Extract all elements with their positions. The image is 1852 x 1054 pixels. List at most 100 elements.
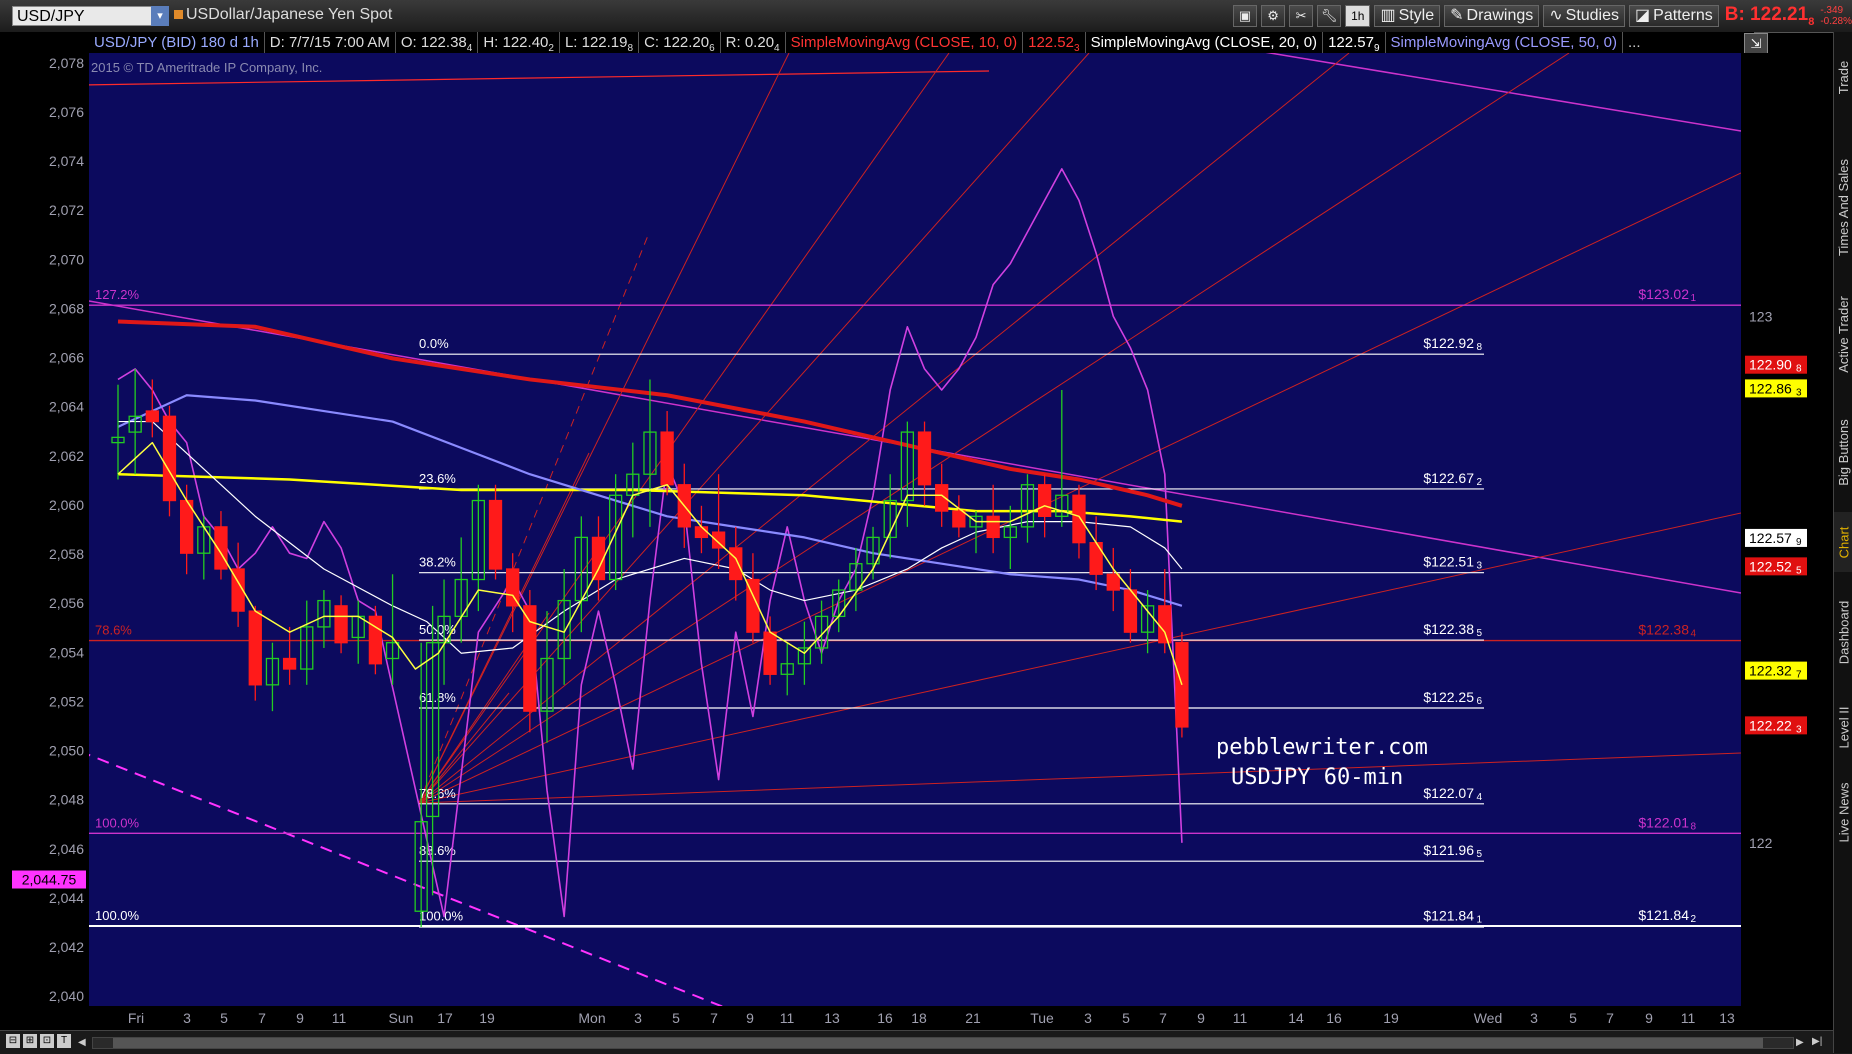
sidebar-tab-trade[interactable]: Trade: [1834, 42, 1852, 112]
left-axis-tick-label: 2,064: [49, 399, 84, 415]
sidebar-tab-label: Times And Sales: [1836, 158, 1851, 256]
sidebar-tab-chart[interactable]: Chart: [1834, 512, 1852, 572]
sidebar-tab-live-news[interactable]: Live News: [1834, 767, 1852, 857]
wrench-icon[interactable]: 🔧︎: [1317, 5, 1342, 27]
level-price-label: $122.38: [1638, 622, 1689, 638]
left-axis-tick-label: 2,048: [49, 792, 84, 808]
candle-body: [952, 510, 966, 528]
x-axis-tick-label: 3: [634, 1010, 642, 1026]
change-points: -.349: [1820, 5, 1844, 16]
fib-level-label: 61.8%: [419, 690, 456, 705]
fib-level-price: $122.25: [1423, 689, 1474, 705]
tools-icon[interactable]: ✂: [1289, 5, 1314, 27]
x-axis-tick-label: 13: [824, 1010, 840, 1026]
symbol-input[interactable]: USD/JPY: [12, 6, 167, 26]
sidebar-tab-times-and-sales[interactable]: Times And Sales: [1834, 142, 1852, 272]
level-price-sub: 8: [1690, 821, 1696, 832]
left-axis-tick-label: 2,050: [49, 743, 84, 759]
candle-body: [986, 515, 1000, 539]
level-price-sub: 2: [1690, 914, 1696, 925]
x-axis-tick-label: 11: [1233, 1010, 1248, 1026]
range-value: R: 0.20: [725, 34, 775, 51]
zoom-in-icon[interactable]: ⊞: [23, 1034, 37, 1048]
candle-body: [145, 410, 159, 423]
chart-plot-area[interactable]: 127.2% $123.02 1 78.6% $122.38 4 100.0% $122.01…: [78, 22, 1742, 1034]
x-axis-tick-label: 9: [746, 1010, 754, 1026]
fib-level-price-sub: 4: [1476, 792, 1482, 803]
symbol-dropdown-button[interactable]: ▾: [151, 6, 169, 26]
sma20-val: 122.57: [1328, 34, 1374, 51]
sma10-val: 122.52: [1028, 34, 1074, 51]
x-axis-tick-label: Wed: [1474, 1010, 1503, 1026]
level-price-sub: 4: [1690, 629, 1696, 640]
sidebar-tab-big-buttons[interactable]: Big Buttons: [1834, 402, 1852, 502]
fib-level-price-sub: 5: [1476, 628, 1482, 639]
chart-scrollbar[interactable]: ⊟ ⊞ ⊡ T ◀ ▶ ▶|: [0, 1030, 1852, 1054]
sma10-label[interactable]: SimpleMovingAvg (CLOSE, 10, 0): [786, 32, 1024, 53]
fib-level-price: $122.67: [1423, 470, 1474, 486]
left-axis-tick-label: 2,054: [49, 644, 84, 660]
symbol-color-icon: [174, 10, 183, 19]
sidebar-tab-label: Dashboard: [1836, 600, 1852, 664]
sidebar-tab-label: Big Buttons: [1836, 418, 1851, 486]
x-axis-tick-label: Tue: [1030, 1010, 1054, 1026]
left-axis-tick-label: 2,072: [49, 202, 84, 218]
style-button[interactable]: ▥ Style: [1374, 5, 1441, 27]
high-value: H: 122.40: [483, 34, 549, 51]
scrollbar-thumb[interactable]: [113, 1038, 1763, 1048]
candle-body: [763, 631, 777, 675]
level-price-label: $123.02: [1638, 286, 1689, 302]
left-axis-tick-label: 2,056: [49, 595, 84, 611]
drawings-button[interactable]: ✎ Drawings: [1444, 5, 1540, 27]
x-axis-tick-label: 19: [1383, 1010, 1399, 1026]
date-info: D: 7/7/15 7:00 AM: [265, 32, 396, 53]
studies-label: Studies: [1565, 7, 1620, 24]
zoom-out-icon[interactable]: ⊟: [6, 1034, 20, 1048]
sidebar-tab-level-ii[interactable]: Level II: [1834, 692, 1852, 762]
x-axis-tick-label: 16: [877, 1010, 893, 1026]
studies-button[interactable]: ∿ Studies: [1543, 5, 1626, 27]
text-tool-icon[interactable]: T: [57, 1034, 71, 1048]
right-axis-price-label: 122.32: [1749, 663, 1792, 679]
left-axis-tick-label: 2,068: [49, 300, 84, 316]
level-label: 100.0%: [95, 815, 140, 830]
candle-body: [1175, 642, 1189, 728]
sma50-label[interactable]: SimpleMovingAvg (CLOSE, 50, 0): [1386, 32, 1624, 53]
x-axis-svg: Fri 3 5 7 9 11 Sun 17 19 Mon 3 5 7 9 11 13 16 18 21 Tue 3 5 7 9…: [128, 1010, 1735, 1026]
sma20-label[interactable]: SimpleMovingAvg (CLOSE, 20, 0): [1086, 32, 1324, 53]
close-info: C: 122.206: [639, 32, 721, 54]
camera-icon[interactable]: ▣: [1233, 5, 1258, 27]
study-info-bar: USD/JPY (BID) 180 d 1h D: 7/7/15 7:00 AM…: [89, 32, 1754, 54]
x-axis-tick-label: 13: [1719, 1010, 1735, 1026]
fib-level-price-sub: 2: [1476, 477, 1482, 488]
pencil-icon: ✎: [1450, 7, 1464, 24]
candle-body: [917, 431, 932, 486]
bid-price: B: 122.218: [1724, 4, 1815, 28]
fib-level-price: $122.51: [1423, 554, 1474, 570]
open-info: O: 122.384: [396, 32, 479, 54]
x-axis-tick-label: 7: [258, 1010, 266, 1026]
sidebar-tab-active-trader[interactable]: Active Trader: [1834, 282, 1852, 387]
sidebar-tab-label: Active Trader: [1836, 296, 1851, 373]
zoom-fit-icon[interactable]: ⊡: [40, 1034, 54, 1048]
scroll-end-icon[interactable]: ▶|: [1812, 1036, 1822, 1047]
scroll-right-icon[interactable]: ▶: [1796, 1037, 1804, 1048]
candle-body: [282, 657, 297, 670]
candle-body: [729, 547, 743, 581]
fib-level-label: 38.2%: [419, 555, 456, 570]
fib-level-price: $122.07: [1423, 785, 1474, 801]
level-label: 78.6%: [95, 623, 132, 638]
sidebar-tab-dashboard[interactable]: Dashboard: [1834, 582, 1852, 682]
scrollbar-track[interactable]: [92, 1037, 1794, 1049]
price-change: -.349 -0.28%: [1820, 5, 1852, 27]
right-axis-price-label: 122.86: [1749, 380, 1792, 396]
chart-svg: 127.2% $123.02 178.6% $122.38 4100.0% $122.01…: [78, 22, 1742, 1034]
settings-gear-icon[interactable]: ⚙: [1261, 5, 1286, 27]
scroll-left-icon[interactable]: ◀: [78, 1037, 86, 1048]
drawings-label: Drawings: [1466, 7, 1534, 24]
patterns-button[interactable]: ◪ Patterns: [1629, 5, 1719, 27]
candle-body: [506, 568, 520, 607]
change-percent: -0.28%: [1820, 16, 1852, 27]
chart-settings-icon[interactable]: ⇲: [1744, 33, 1768, 54]
timeframe-button[interactable]: 1h: [1345, 5, 1371, 27]
